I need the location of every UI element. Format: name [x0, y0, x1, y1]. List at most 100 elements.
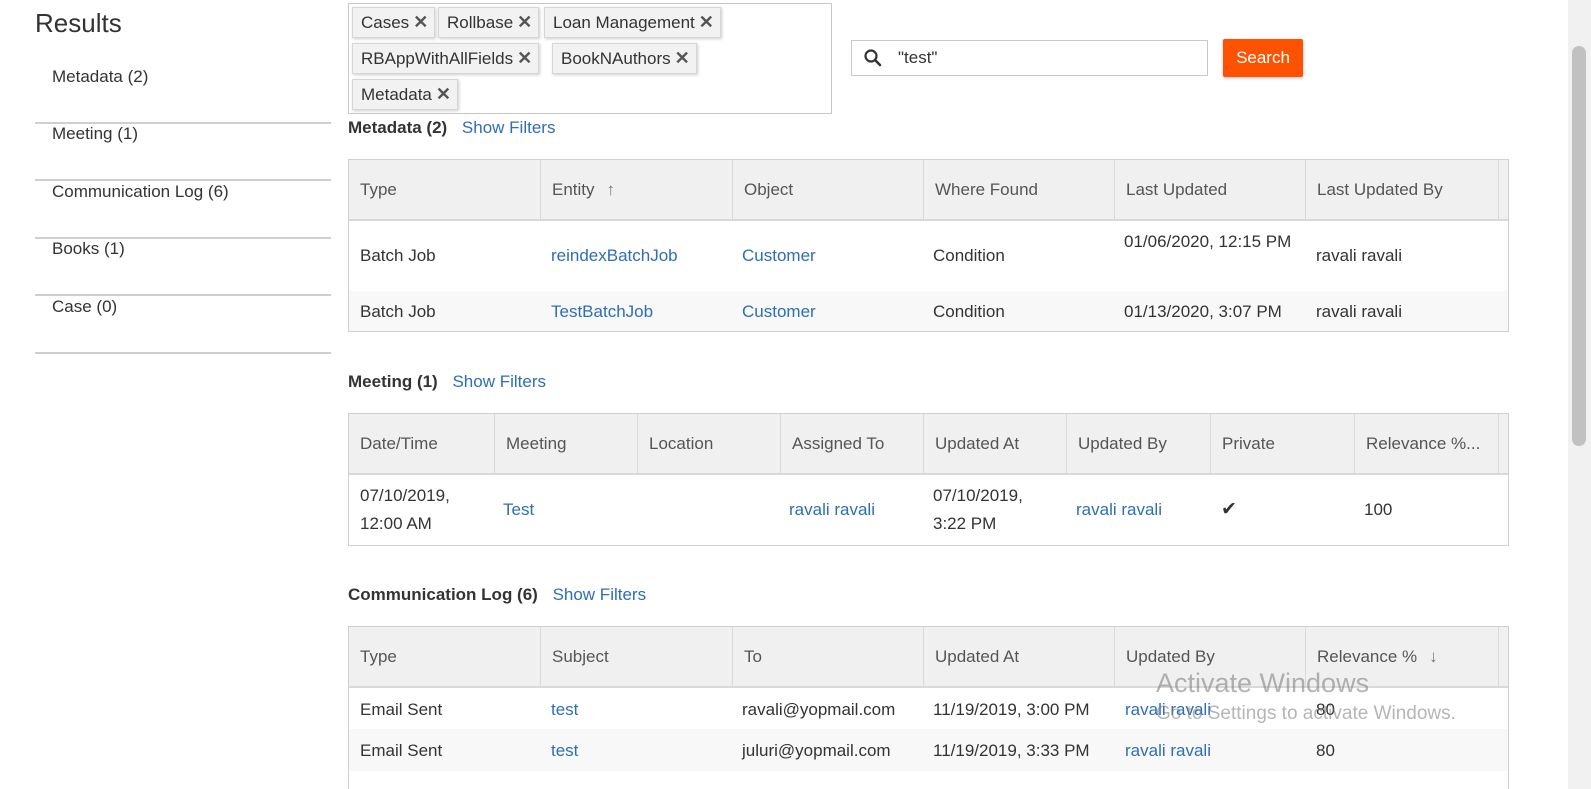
cell-type: Batch Job	[360, 302, 436, 321]
communication-log-table: Type Subject To Updated At Updated By Re…	[348, 626, 1509, 789]
sidebar-item-label: Case (0)	[52, 297, 118, 316]
table-row: 07/10/2019, 12:00 AM Test ravali ravali …	[349, 475, 1508, 545]
page-scrollbar[interactable]	[1568, 0, 1591, 789]
column-header-meeting[interactable]: Meeting	[495, 414, 638, 473]
column-header-where-found[interactable]: Where Found	[924, 160, 1115, 219]
object-link[interactable]: Customer	[742, 298, 824, 326]
results-title: Results	[35, 8, 122, 38]
sort-descending-icon[interactable]: ↓	[1429, 627, 1438, 686]
scrollbar-thumb[interactable]	[1572, 46, 1586, 446]
table-header: Type Subject To Updated At Updated By Re…	[349, 627, 1508, 688]
column-header-to[interactable]: To	[733, 627, 924, 686]
sidebar-item-books[interactable]: Books (1)	[35, 239, 331, 296]
communication-log-section-header: Communication Log (6) Show Filters	[348, 585, 646, 605]
remove-tag-icon[interactable]: ✕	[436, 84, 451, 104]
column-header-type[interactable]: Type	[349, 160, 541, 219]
cell-relevance: 100	[1364, 500, 1393, 519]
cell-to: juluri@yopmail.com	[742, 741, 891, 760]
column-header-updated-by[interactable]: Updated By	[1115, 627, 1306, 686]
column-header-assigned-to[interactable]: Assigned To	[781, 414, 924, 473]
object-filter-tags[interactable]: Cases ✕ Rollbase ✕ Loan Management ✕ RBAppW…	[348, 3, 832, 114]
column-header-type[interactable]: Type	[349, 627, 541, 686]
show-filters-link[interactable]: Show Filters	[553, 585, 647, 604]
tag-label: Loan Management	[553, 13, 695, 32]
tag-label: Rollbase	[447, 13, 514, 32]
entity-link[interactable]: reindexBatchJob	[551, 242, 686, 270]
subject-link[interactable]: test	[551, 696, 586, 724]
table-header: Date/Time Meeting Location Assigned To U…	[349, 414, 1508, 475]
cell-relevance: 80	[1316, 700, 1335, 719]
cell-date-time: 07/10/2019, 12:00 AM	[360, 486, 450, 533]
sidebar-item-meeting[interactable]: Meeting (1)	[35, 124, 331, 181]
sidebar-item-metadata[interactable]: Metadata (2)	[35, 67, 331, 124]
subject-link[interactable]: test	[551, 737, 586, 765]
column-header-updated-by[interactable]: Updated By	[1067, 414, 1211, 473]
sidebar-item-communication-log[interactable]: Communication Log (6)	[35, 182, 331, 239]
sort-ascending-icon[interactable]: ↑	[607, 160, 616, 219]
column-header-last-updated[interactable]: Last Updated	[1115, 160, 1306, 219]
search-input[interactable]	[898, 45, 1198, 71]
tag-label: BookNAuthors	[561, 49, 671, 68]
cell-where-found: Condition	[933, 246, 1005, 265]
cell-type: Email Sent	[360, 700, 443, 719]
tag-chip: Cases ✕	[352, 7, 436, 38]
column-header-date-time[interactable]: Date/Time	[349, 414, 495, 473]
table-row: Batch Job TestBatchJob Customer Conditio…	[349, 291, 1508, 331]
meeting-table: Date/Time Meeting Location Assigned To U…	[348, 413, 1509, 546]
tag-chip: Loan Management ✕	[544, 7, 721, 38]
section-title: Meeting (1)	[348, 372, 438, 391]
table-row: Email Sent test juluri@yopmail.com 11/19…	[349, 729, 1508, 771]
assigned-to-link[interactable]: ravali ravali	[789, 496, 883, 524]
updated-by-link[interactable]: ravali ravali	[1076, 496, 1170, 524]
table-header: Type Entity ↑ Object Where Found Last Upd…	[349, 160, 1508, 221]
column-header-entity[interactable]: Entity ↑	[541, 160, 733, 219]
cell-updated-at: 11/19/2019, 3:33 PM	[933, 741, 1090, 760]
search-button[interactable]: Search	[1223, 39, 1303, 77]
cell-updated-at: 07/10/2019, 3:22 PM	[933, 486, 1023, 533]
updated-by-link[interactable]: ravali ravali	[1125, 696, 1219, 724]
sidebar-item-case[interactable]: Case (0)	[35, 297, 331, 354]
results-sidebar: Results Metadata (2) Meeting (1) Communi…	[35, 0, 331, 354]
object-link[interactable]: Customer	[742, 242, 824, 270]
column-header-location[interactable]: Location	[638, 414, 781, 473]
tag-chip: RBAppWithAllFields ✕	[352, 43, 540, 74]
section-title: Metadata (2)	[348, 118, 448, 137]
cell-last-updated: 01/06/2020, 12:15 PM	[1124, 232, 1292, 251]
remove-tag-icon[interactable]: ✕	[675, 48, 690, 68]
tag-chip: Rollbase ✕	[438, 7, 540, 38]
tag-label: RBAppWithAllFields	[361, 49, 514, 68]
sidebar-item-label: Books (1)	[52, 239, 125, 258]
updated-by-link[interactable]: ravali ravali	[1125, 737, 1219, 765]
table-row: Email Sent test ravali@yopmail.com 11/19…	[349, 688, 1508, 729]
remove-tag-icon[interactable]: ✕	[699, 12, 714, 32]
cell-to: ravali@yopmail.com	[742, 700, 896, 719]
cell-type: Batch Job	[360, 246, 436, 265]
meeting-link[interactable]: Test	[503, 496, 542, 524]
search-box	[851, 40, 1208, 76]
tag-chip: BookNAuthors ✕	[552, 43, 697, 74]
column-header-relevance[interactable]: Relevance % ↓	[1306, 627, 1499, 686]
column-header-private[interactable]: Private	[1211, 414, 1355, 473]
search-icon	[864, 49, 882, 67]
show-filters-link[interactable]: Show Filters	[462, 118, 556, 137]
cell-relevance: 80	[1316, 741, 1335, 760]
cell-type: Email Sent	[360, 741, 443, 760]
private-check-icon: ✔	[1221, 499, 1237, 520]
column-header-updated-at[interactable]: Updated At	[924, 414, 1067, 473]
remove-tag-icon[interactable]: ✕	[517, 48, 532, 68]
column-header-subject[interactable]: Subject	[541, 627, 733, 686]
remove-tag-icon[interactable]: ✕	[517, 12, 532, 32]
tag-chip: Metadata ✕	[352, 79, 458, 110]
cell-last-updated: 01/13/2020, 3:07 PM	[1124, 302, 1282, 321]
column-header-updated-at[interactable]: Updated At	[924, 627, 1115, 686]
column-header-relevance[interactable]: Relevance %...	[1355, 414, 1499, 473]
remove-tag-icon[interactable]: ✕	[413, 12, 428, 32]
tag-label: Cases	[361, 13, 410, 32]
column-header-last-updated-by[interactable]: Last Updated By	[1306, 160, 1499, 219]
cell-updated-at: 11/19/2019, 3:00 PM	[933, 700, 1090, 719]
column-header-object[interactable]: Object	[733, 160, 924, 219]
cell-last-updated-by: ravali ravali	[1316, 302, 1402, 321]
show-filters-link[interactable]: Show Filters	[452, 372, 546, 391]
entity-link[interactable]: TestBatchJob	[551, 298, 661, 326]
cell-where-found: Condition	[933, 302, 1005, 321]
